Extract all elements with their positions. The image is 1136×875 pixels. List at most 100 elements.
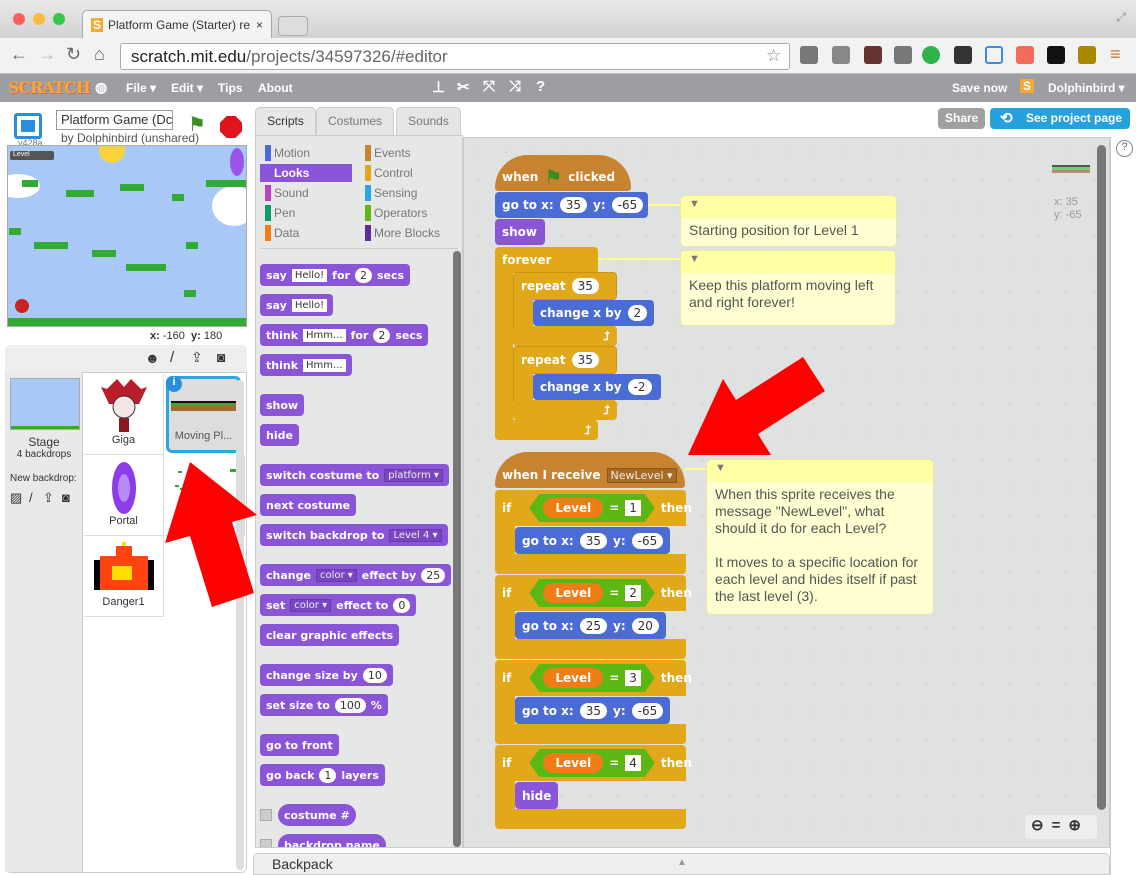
share-button[interactable]: Share (938, 108, 986, 129)
say-for-secs-block[interactable]: say Hello! for 2 secs (260, 264, 411, 286)
sprite-moving-platform[interactable]: i Moving Pl... (166, 376, 241, 453)
choose-sprite-from-library-icon[interactable]: ☻ (145, 350, 160, 366)
x-input[interactable]: 35 (579, 532, 607, 549)
level-variable-reporter[interactable]: Level (543, 668, 603, 688)
close-window-icon[interactable] (13, 13, 25, 25)
switch-backdrop-to-block[interactable]: switch backdrop to Level 4 (260, 524, 448, 546)
set-effect-to-block[interactable]: set color effect to 0 (260, 594, 417, 616)
bookmark-star-icon[interactable]: ☆ (766, 46, 781, 66)
green-flag-icon[interactable]: ⚑ (188, 112, 206, 137)
paint-new-sprite-icon[interactable]: / (170, 349, 174, 366)
switch-costume-to-block[interactable]: switch costume to platform (260, 464, 449, 486)
tab-sounds[interactable]: Sounds (396, 107, 461, 136)
x-input[interactable]: 35 (559, 197, 587, 213)
block-input[interactable]: 25 (421, 567, 446, 583)
sprite-pane-scrollbar[interactable] (236, 380, 244, 870)
expand-triangle-icon[interactable]: ▲ (677, 857, 687, 868)
message-dropdown[interactable]: NewLevel (606, 467, 677, 483)
minimize-window-icon[interactable] (33, 13, 45, 25)
menu-file[interactable]: File ▾ (126, 81, 156, 95)
block-input[interactable]: Hmm... (303, 358, 346, 372)
block-dropdown[interactable]: platform (384, 468, 443, 482)
upload-sprite-icon[interactable]: ⇪ (191, 349, 203, 366)
comment-text[interactable]: When this sprite receives the message "N… (707, 482, 933, 609)
zoom-reset-icon[interactable]: = (1052, 817, 1069, 834)
ninja-extension-icon[interactable] (864, 46, 882, 64)
category-motion[interactable]: Motion (260, 144, 352, 162)
palette-scrollbar[interactable] (453, 251, 461, 847)
block-dropdown[interactable]: Level 4 (389, 528, 442, 542)
category-control[interactable]: Control (360, 164, 452, 182)
back-icon[interactable]: ← (10, 44, 28, 65)
show-block[interactable]: show (495, 219, 545, 245)
monitor-checkbox[interactable] (260, 839, 272, 847)
y-input[interactable]: 20 (631, 617, 659, 634)
cut-scissors-icon[interactable]: ✂ (457, 78, 470, 96)
comment-keep-moving[interactable]: ▼ Keep this platform moving left and righ… (680, 250, 896, 326)
duplicate-stamp-icon[interactable]: ⊥ (432, 78, 445, 96)
project-title-input[interactable]: Platform Game (Dc (56, 110, 173, 130)
level-variable-reporter[interactable]: Level (543, 583, 603, 603)
repeat-block[interactable]: repeat 35 (513, 346, 617, 374)
category-sensing[interactable]: Sensing (360, 184, 452, 202)
backpack-bar[interactable]: Backpack ▲ (253, 853, 1110, 875)
level-value-input[interactable]: 1 (625, 500, 641, 516)
buffer-extension-icon[interactable] (954, 46, 972, 64)
block-input[interactable]: Hello! (291, 268, 328, 282)
block-input[interactable]: 0 (393, 597, 411, 613)
comment-text[interactable]: Keep this platform moving left and right… (681, 273, 895, 315)
paint-backdrop-icon[interactable]: / (29, 490, 33, 505)
if-then-block[interactable]: if Level = 4 then (495, 745, 692, 781)
collapse-triangle-icon[interactable]: ▼ (707, 460, 933, 482)
block-dropdown[interactable]: color (315, 568, 357, 582)
block-input[interactable]: 1 (319, 767, 337, 783)
if-then-block[interactable]: if Level = 3 then (495, 660, 692, 696)
save-now-button[interactable]: Save now (952, 81, 1007, 95)
equals-operator[interactable]: Level = 2 (529, 579, 655, 607)
tab-scripts[interactable]: Scripts (255, 107, 316, 136)
block-input[interactable]: 2 (373, 327, 391, 343)
when-i-receive-block[interactable]: when I receive NewLevel (495, 452, 685, 488)
go-back-layers-block[interactable]: go back 1 layers (260, 764, 385, 786)
if-then-block[interactable]: if Level = 1 then (495, 490, 692, 526)
change-x-input[interactable]: 2 (627, 305, 648, 321)
think-for-secs-block[interactable]: think Hmm... for 2 secs (260, 324, 429, 346)
figure-extension-icon[interactable] (1047, 46, 1065, 64)
kaspersky-extension-icon[interactable] (1016, 46, 1034, 64)
comment-text[interactable]: Starting position for Level 1 (681, 218, 896, 243)
go-to-front-block[interactable]: go to front (260, 734, 339, 756)
y-input[interactable]: -65 (631, 532, 664, 549)
help-question-icon[interactable]: ? (1116, 140, 1133, 157)
change-size-by-block[interactable]: change size by 10 (260, 664, 393, 686)
script-area-scrollbar[interactable] (1097, 145, 1106, 810)
costume--block[interactable]: costume # (278, 804, 356, 826)
if-then-block[interactable]: if Level = 2 then (495, 575, 692, 611)
backdrop-name-block[interactable]: backdrop name (278, 834, 386, 847)
category-events[interactable]: Events (360, 144, 452, 162)
change-effect-by-block[interactable]: change color effect by 25 (260, 564, 452, 586)
see-project-page-button[interactable]: ⟲ See project page (990, 108, 1130, 129)
comment-starting-position[interactable]: ▼ Starting position for Level 1 (680, 195, 897, 247)
stage-thumbnail[interactable] (10, 378, 80, 430)
block-dropdown[interactable]: color (290, 598, 332, 612)
block-input[interactable]: 2 (354, 267, 372, 283)
change-x-block[interactable]: change x by 2 (533, 300, 654, 326)
collapse-triangle-icon[interactable]: ▼ (681, 196, 896, 218)
go-to-xy-block[interactable]: go to x: 25 y: 20 (515, 612, 666, 639)
repeat-count-input[interactable]: 35 (571, 278, 599, 294)
sprite-portal[interactable]: Portal (84, 455, 164, 536)
stop-sign-icon[interactable] (220, 116, 242, 138)
tab-close-icon[interactable]: × (256, 18, 263, 32)
when-flag-clicked-block[interactable]: when ⚑ clicked (495, 155, 631, 191)
owl-extension-icon[interactable] (1078, 46, 1096, 64)
category-looks[interactable]: Looks (260, 164, 352, 182)
home-icon[interactable]: ⌂ (94, 44, 105, 65)
maximize-window-icon[interactable] (53, 13, 65, 25)
screenshot-extension-icon[interactable] (985, 46, 1003, 64)
menu-edit[interactable]: Edit ▾ (171, 81, 203, 95)
equals-operator[interactable]: Level = 3 (529, 664, 655, 692)
go-to-xy-block[interactable]: go to x: 35 y: -65 (515, 697, 671, 724)
level-value-input[interactable]: 4 (625, 755, 641, 771)
next-costume-block[interactable]: next costume (260, 494, 357, 516)
camera-sprite-icon[interactable]: ◙ (217, 349, 225, 365)
